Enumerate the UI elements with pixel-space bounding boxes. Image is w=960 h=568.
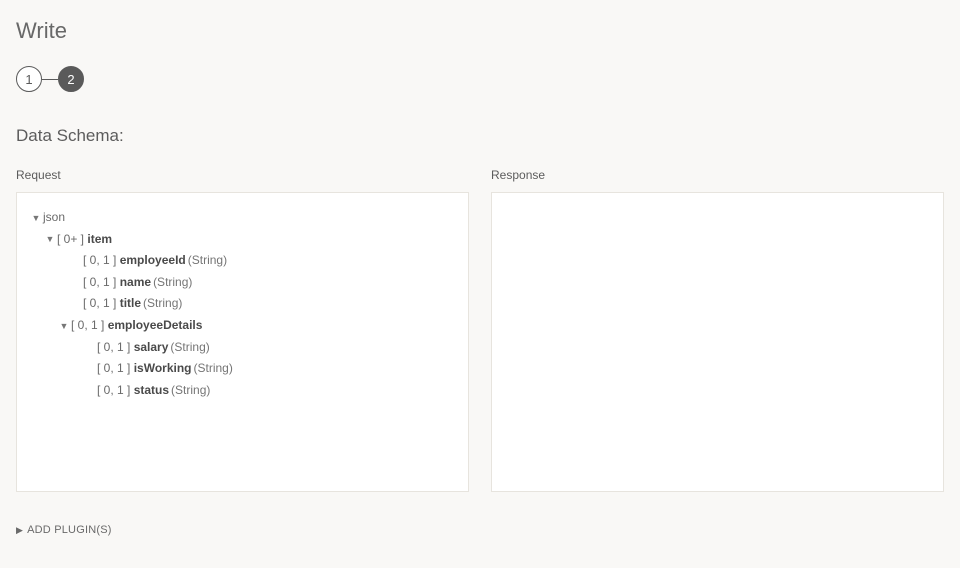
step-connector bbox=[42, 79, 58, 80]
tree-node-isWorking[interactable]: [ 0, 1 ] isWorking (String) bbox=[31, 358, 454, 380]
collapse-icon[interactable]: ▼ bbox=[59, 318, 69, 334]
tree-node-name: salary bbox=[134, 337, 169, 359]
tree-node-status[interactable]: [ 0, 1 ] status (String) bbox=[31, 380, 454, 402]
step-indicator: 1 2 bbox=[16, 66, 944, 92]
tree-node-item[interactable]: ▼ [ 0+ ] item bbox=[31, 229, 454, 251]
tree-node-title[interactable]: [ 0, 1 ] title (String) bbox=[31, 293, 454, 315]
tree-cardinality: [ 0, 1 ] bbox=[83, 272, 116, 294]
tree-node-name: item bbox=[87, 229, 112, 251]
page-title: Write bbox=[16, 18, 944, 44]
expand-icon: ▶ bbox=[16, 525, 23, 536]
tree-node-name: name bbox=[120, 272, 151, 294]
tree-cardinality: [ 0+ ] bbox=[57, 229, 84, 251]
tree-node-name: employeeDetails bbox=[108, 315, 203, 337]
tree-node-name: isWorking bbox=[134, 358, 192, 380]
tree-cardinality: [ 0, 1 ] bbox=[83, 250, 116, 272]
collapse-icon[interactable]: ▼ bbox=[45, 231, 55, 247]
tree-node-name: title bbox=[120, 293, 141, 315]
tree-node-type: (String) bbox=[194, 358, 233, 380]
tree-node-type: (String) bbox=[188, 250, 227, 272]
step-2[interactable]: 2 bbox=[58, 66, 84, 92]
tree-node-type: (String) bbox=[171, 380, 210, 402]
add-plugins-label: ADD PLUGIN(S) bbox=[27, 524, 112, 536]
tree-node-name: status bbox=[134, 380, 169, 402]
tree-node-type: (String) bbox=[153, 272, 192, 294]
tree-node-employeeId[interactable]: [ 0, 1 ] employeeId (String) bbox=[31, 250, 454, 272]
tree-cardinality: [ 0, 1 ] bbox=[97, 380, 130, 402]
tree-node-type: (String) bbox=[143, 293, 182, 315]
tree-node-label: json bbox=[43, 207, 65, 229]
tree-node-employeeDetails[interactable]: ▼ [ 0, 1 ] employeeDetails bbox=[31, 315, 454, 337]
response-header: Response bbox=[491, 168, 944, 182]
schema-columns: Request ▼ json ▼ [ 0+ ] item [ 0, 1 ] em… bbox=[16, 168, 944, 492]
tree-node-salary[interactable]: [ 0, 1 ] salary (String) bbox=[31, 337, 454, 359]
tree-node-type: (String) bbox=[170, 337, 209, 359]
add-plugins-button[interactable]: ▶ ADD PLUGIN(S) bbox=[16, 524, 944, 536]
tree-node-name: employeeId bbox=[120, 250, 186, 272]
request-column: Request ▼ json ▼ [ 0+ ] item [ 0, 1 ] em… bbox=[16, 168, 469, 492]
tree-node-json[interactable]: ▼ json bbox=[31, 207, 454, 229]
step-1[interactable]: 1 bbox=[16, 66, 42, 92]
collapse-icon[interactable]: ▼ bbox=[31, 210, 41, 226]
tree-cardinality: [ 0, 1 ] bbox=[83, 293, 116, 315]
request-header: Request bbox=[16, 168, 469, 182]
response-panel bbox=[491, 192, 944, 492]
request-panel: ▼ json ▼ [ 0+ ] item [ 0, 1 ] employeeId… bbox=[16, 192, 469, 492]
schema-title: Data Schema: bbox=[16, 126, 944, 146]
response-column: Response bbox=[491, 168, 944, 492]
tree-cardinality: [ 0, 1 ] bbox=[71, 315, 104, 337]
tree-cardinality: [ 0, 1 ] bbox=[97, 337, 130, 359]
tree-node-name-field[interactable]: [ 0, 1 ] name (String) bbox=[31, 272, 454, 294]
tree-cardinality: [ 0, 1 ] bbox=[97, 358, 130, 380]
